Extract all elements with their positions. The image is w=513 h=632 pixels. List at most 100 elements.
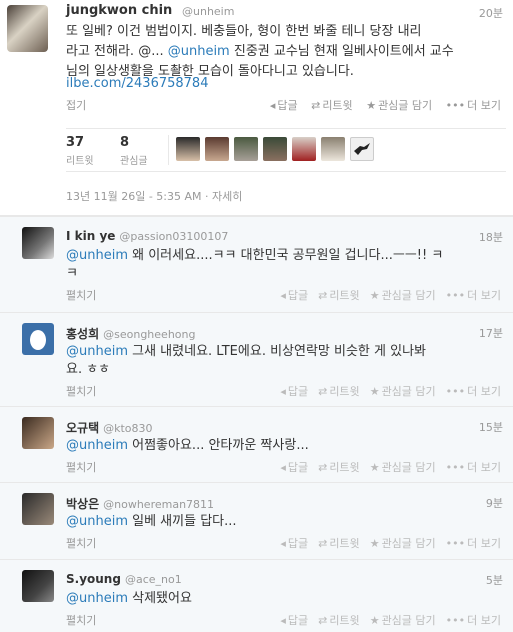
reply-timestamp[interactable]: 18분 [479, 229, 503, 245]
favorite-action[interactable]: ★ 관심글 담기 [370, 537, 436, 550]
avatar[interactable] [22, 570, 54, 602]
collapse-link[interactable]: 접기 [66, 97, 86, 113]
tweet-timestamp[interactable]: 20분 [479, 5, 503, 21]
retweet-action[interactable]: ⇄ 리트윗 [318, 289, 360, 302]
expand-link[interactable]: 펼치기 [66, 612, 96, 628]
retweet-action[interactable]: ⇄ 리트윗 [318, 537, 360, 550]
tweet-text-line: 또 일베? 이건 범법이지. 베충들아, 형이 한번 봐줄 테니 당장 내리 [66, 24, 422, 39]
avatar[interactable] [234, 137, 258, 161]
divider [168, 135, 169, 165]
reply-author[interactable]: 홍성희 @seongheehong [66, 325, 195, 342]
author-handle[interactable]: @kto830 [103, 422, 152, 435]
favorite-action[interactable]: ★ 관심글 담기 [370, 614, 436, 627]
author-name[interactable]: 홍성희 [66, 327, 99, 341]
retweet-stat[interactable]: 37 리트윗 [66, 135, 94, 167]
favorite-stat[interactable]: 8 관심글 [120, 135, 148, 167]
retweet-action[interactable]: ⇄ 리트윗 [311, 99, 353, 112]
more-action[interactable]: ••• 더 보기 [446, 461, 501, 474]
author-name[interactable]: jungkwon chin [66, 3, 172, 18]
favorite-action[interactable]: ★ 관심글 담기 [366, 99, 432, 112]
reply-action[interactable]: ◂ 답글 [280, 537, 308, 550]
expand-link[interactable]: 펼치기 [66, 535, 96, 551]
mention-link[interactable]: @unheim [66, 514, 128, 529]
retweet-action[interactable]: ⇄ 리트윗 [318, 461, 360, 474]
author-handle[interactable]: @ace_no1 [125, 573, 182, 586]
avatar[interactable] [22, 417, 54, 449]
reply-text-line: @unheim 어쩜좋아요... 안타까운 짝사랑... [66, 438, 309, 453]
mention-link[interactable]: @unheim [66, 438, 128, 453]
more-action[interactable]: ••• 더 보기 [446, 99, 501, 112]
favorite-action[interactable]: ★ 관심글 담기 [370, 289, 436, 302]
star-icon: ★ [369, 461, 380, 474]
expand-link[interactable]: 펼치기 [66, 383, 96, 399]
tweet-text-line: 라고 전해라. @... @unheim 진중권 교수님 현재 일베사이트에서 … [66, 44, 454, 59]
reply-icon: ◂ [280, 537, 286, 550]
reply-label: 답글 [287, 614, 309, 627]
reply-timestamp[interactable]: 17분 [479, 325, 503, 341]
avatar[interactable] [22, 227, 54, 259]
more-label: 더 보기 [467, 385, 501, 398]
mention-link[interactable]: @unheim [168, 44, 230, 59]
reply-actions: ◂ 답글 ⇄ 리트윗 ★ 관심글 담기 ••• 더 보기 [270, 287, 501, 303]
mention-link[interactable]: @unheim [66, 591, 128, 606]
retweet-label: 리트윗 [329, 614, 360, 627]
more-icon: ••• [445, 537, 466, 550]
reply-timestamp[interactable]: 15분 [479, 419, 503, 435]
avatar[interactable] [292, 137, 316, 161]
reply-action[interactable]: ◂ 답글 [270, 99, 298, 112]
favorite-label: 관심글 담기 [378, 99, 433, 112]
author-name[interactable]: 오규택 [66, 421, 99, 435]
reply-action[interactable]: ◂ 답글 [280, 289, 308, 302]
retweet-action[interactable]: ⇄ 리트윗 [318, 385, 360, 398]
more-icon: ••• [445, 614, 466, 627]
tweet-link[interactable]: ilbe.com/2436758784 [66, 76, 208, 91]
retweet-stat-label: 리트윗 [66, 156, 94, 167]
author-handle[interactable]: @nowhereman7811 [103, 498, 214, 511]
mention-link[interactable]: @unheim [66, 344, 128, 359]
reply-action[interactable]: ◂ 답글 [280, 385, 308, 398]
more-icon: ••• [445, 385, 466, 398]
expand-link[interactable]: 펼치기 [66, 287, 96, 303]
avatar[interactable] [263, 137, 287, 161]
avatar[interactable] [7, 5, 48, 52]
avatar[interactable] [22, 323, 54, 355]
avatar[interactable] [176, 137, 200, 161]
expand-link[interactable]: 펼치기 [66, 459, 96, 475]
author-handle[interactable]: @unheim [182, 5, 234, 18]
more-action[interactable]: ••• 더 보기 [446, 385, 501, 398]
author-handle[interactable]: @passion03100107 [119, 230, 228, 243]
reply-author[interactable]: I kin ye @passion03100107 [66, 229, 228, 243]
retweet-count: 37 [66, 135, 85, 150]
more-label: 더 보기 [467, 289, 501, 302]
author-handle[interactable]: @seongheehong [103, 328, 195, 341]
more-action[interactable]: ••• 더 보기 [446, 289, 501, 302]
author-name[interactable]: I kin ye [66, 229, 115, 243]
avatar[interactable] [321, 137, 345, 161]
reply-timestamp[interactable]: 5분 [486, 572, 503, 588]
reply-timestamp[interactable]: 9분 [486, 495, 503, 511]
reply-action[interactable]: ◂ 답글 [280, 614, 308, 627]
reply-icon: ◂ [280, 461, 286, 474]
reply-action[interactable]: ◂ 답글 [280, 461, 308, 474]
tweet-actions: ◂ 답글 ⇄ 리트윗 ★ 관심글 담기 ••• 더 보기 [260, 97, 501, 113]
avatar[interactable] [205, 137, 229, 161]
retweet-action[interactable]: ⇄ 리트윗 [318, 614, 360, 627]
author-name[interactable]: 박상은 [66, 497, 99, 511]
tweet-date[interactable]: 13년 11월 26일 - 5:35 AM · 자세히 [66, 188, 242, 204]
retweet-icon: ⇄ [318, 614, 328, 627]
favorite-count: 8 [120, 135, 130, 150]
favorite-action[interactable]: ★ 관심글 담기 [370, 385, 436, 398]
avatar[interactable] [350, 137, 374, 161]
favorite-action[interactable]: ★ 관심글 담기 [370, 461, 436, 474]
more-action[interactable]: ••• 더 보기 [446, 614, 501, 627]
more-icon: ••• [445, 289, 466, 302]
author-name[interactable]: S.young [66, 572, 121, 586]
reply-author[interactable]: 오규택 @kto830 [66, 419, 153, 436]
reply-author[interactable]: S.young @ace_no1 [66, 572, 182, 586]
reply-author[interactable]: 박상은 @nowhereman7811 [66, 495, 214, 512]
more-label: 더 보기 [467, 614, 501, 627]
reply-tweet: 박상은 @nowhereman7811 9분 @unheim 일베 새끼들 답다...… [0, 482, 513, 559]
mention-link[interactable]: @unheim [66, 248, 128, 263]
avatar[interactable] [22, 493, 54, 525]
more-action[interactable]: ••• 더 보기 [446, 537, 501, 550]
